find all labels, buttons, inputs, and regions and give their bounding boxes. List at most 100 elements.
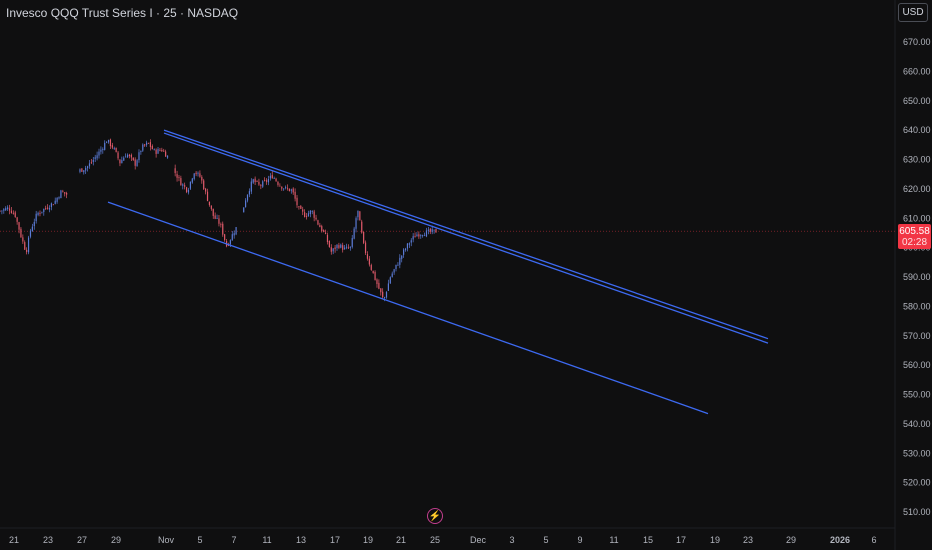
candle-body xyxy=(117,152,119,159)
price-chart[interactable]: 510.00 520.00 530.00 540.00 550.00 560.00 570.… xyxy=(0,0,932,550)
price-axis-tick-label: 520.00 xyxy=(903,478,931,488)
time-axis-tick-label: 21 xyxy=(396,535,406,545)
candle-body xyxy=(182,184,184,186)
candle-body xyxy=(246,194,249,201)
candle-body xyxy=(128,154,131,156)
candle-body xyxy=(113,147,115,149)
candle-body xyxy=(279,185,281,187)
candle-body xyxy=(88,163,91,167)
candle-body xyxy=(355,218,357,229)
candle-body xyxy=(359,211,361,221)
time-axis-tick-label: 19 xyxy=(710,535,720,545)
price-axis-tick-label: 670.00 xyxy=(903,37,931,47)
candle-body xyxy=(83,170,85,173)
candle-body xyxy=(119,159,121,164)
candle-body xyxy=(66,193,68,195)
candle-body xyxy=(383,297,386,298)
candle-body xyxy=(24,242,26,250)
candle-body xyxy=(404,248,407,251)
candle-body xyxy=(347,247,350,249)
candle-body xyxy=(376,279,378,285)
candle-body xyxy=(410,240,412,243)
candle-body xyxy=(100,149,102,152)
candle-body xyxy=(0,210,1,212)
candle-body xyxy=(60,190,62,199)
candle-body xyxy=(357,210,359,218)
candle-body xyxy=(26,249,28,252)
candle-body xyxy=(420,235,422,236)
candle-body xyxy=(79,169,81,172)
candle-body xyxy=(102,149,104,150)
price-axis-tick-label: 560.00 xyxy=(903,360,931,370)
time-axis-tick-label: 17 xyxy=(330,535,340,545)
price-axis-tick-label: 580.00 xyxy=(903,301,931,311)
candle-body xyxy=(8,208,11,211)
candle-body xyxy=(185,187,188,192)
candle-body xyxy=(378,282,380,289)
candle-body xyxy=(86,166,89,169)
candle-body xyxy=(81,168,83,172)
lightning-bolt-icon[interactable]: ⚡ xyxy=(427,508,443,524)
candle-body xyxy=(361,221,363,233)
candle-body xyxy=(31,226,33,232)
time-axis-tick-label: 27 xyxy=(77,535,87,545)
candle-body xyxy=(408,243,410,245)
candle-body xyxy=(161,149,163,152)
price-axis-tick-label: 590.00 xyxy=(903,272,931,282)
candle-body xyxy=(380,288,382,293)
candle-body xyxy=(429,228,431,232)
candle-body xyxy=(344,247,346,250)
candle-body xyxy=(193,173,195,179)
candle-body xyxy=(10,210,13,214)
candle-body xyxy=(288,188,290,192)
candle-body xyxy=(265,180,268,182)
time-axis-tick-label: 23 xyxy=(743,535,753,545)
candle-body xyxy=(433,229,435,231)
price-axis-tick-label: 510.00 xyxy=(903,507,931,517)
candle-body xyxy=(313,211,315,218)
candle-body xyxy=(284,187,287,188)
candle-body xyxy=(155,149,157,154)
candle-body xyxy=(197,172,199,174)
candle-body xyxy=(46,207,49,209)
time-axis-tick-label: 6 xyxy=(871,535,876,545)
candle-body xyxy=(96,155,98,159)
bar-countdown-label: 02:28 xyxy=(901,236,928,248)
candle-body xyxy=(368,258,370,265)
candle-body xyxy=(212,208,214,216)
candle-body xyxy=(403,249,405,255)
candle-body xyxy=(29,230,32,237)
candle-body xyxy=(258,181,260,185)
candle-body xyxy=(174,168,176,173)
price-axis-tick-label: 660.00 xyxy=(903,66,931,76)
time-axis-tick-label: 9 xyxy=(577,535,582,545)
candle-body xyxy=(107,139,110,143)
currency-button[interactable]: USD xyxy=(898,3,928,22)
candle-body xyxy=(195,172,197,175)
last-price-label: 605.58 xyxy=(899,225,930,237)
candle-body xyxy=(431,229,433,232)
candle-body xyxy=(298,206,300,208)
candle-body xyxy=(12,212,14,214)
candle-body xyxy=(92,160,94,162)
trendline-1 xyxy=(163,129,769,340)
candle-body xyxy=(256,181,258,182)
candle-body xyxy=(401,255,403,259)
candle-body xyxy=(165,151,167,157)
candle-body xyxy=(395,264,397,270)
candle-body xyxy=(262,181,264,187)
candle-body xyxy=(39,213,41,214)
candle-body xyxy=(363,231,365,243)
candle-body xyxy=(205,188,207,192)
candle-body xyxy=(138,152,140,161)
price-axis-tick-label: 620.00 xyxy=(903,184,931,194)
candle-body xyxy=(115,147,117,152)
time-axis-tick-label: Nov xyxy=(158,535,175,545)
candle-body xyxy=(41,211,43,213)
candle-body xyxy=(199,173,201,177)
candle-body xyxy=(201,176,203,181)
candle-body xyxy=(264,180,266,181)
candle-body xyxy=(20,228,22,238)
candle-body xyxy=(85,167,87,171)
candle-body xyxy=(414,236,416,238)
